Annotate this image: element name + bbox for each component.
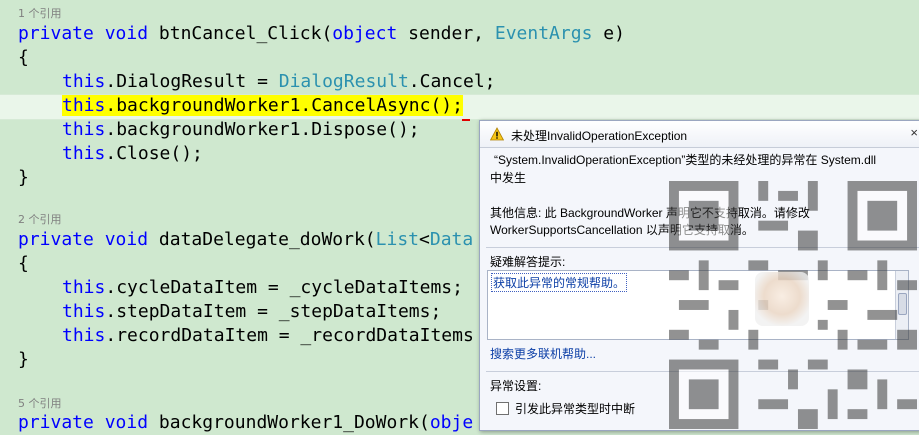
help-link[interactable]: 获取此异常的常规帮助。 [491, 273, 628, 292]
break-on-exception-option[interactable]: 引发此异常类型时中断 [496, 400, 635, 416]
code-line[interactable]: private void dataDelegate_doWork(List<Da… [18, 228, 473, 252]
code-text: .Close(); [105, 143, 203, 164]
code-text: .recordDataItem = _recordDataItems [105, 325, 474, 346]
keyword: obje [429, 412, 474, 433]
method-name: backgroundWorker1_DoWork( [158, 412, 430, 433]
code-line[interactable]: private void btnCancel_Click(object send… [18, 22, 625, 46]
code-line[interactable]: { [18, 46, 29, 70]
type-name: EventArgs [494, 23, 593, 44]
reference-count[interactable]: 1 个引用 [18, 7, 62, 21]
keyword: this [62, 301, 106, 322]
exception-title: 未处理InvalidOperationException [511, 129, 688, 143]
code-line[interactable]: this.Close(); [62, 142, 203, 166]
keyword: this [62, 71, 106, 92]
close-icon[interactable]: × [910, 125, 918, 140]
code-text: .Cancel; [408, 71, 496, 92]
code-line[interactable]: this.cycleDataItem = _cycleDataItems; [62, 276, 463, 300]
keyword: private [18, 23, 94, 44]
keyword: this [62, 119, 106, 140]
exception-settings-label: 异常设置: [490, 379, 542, 393]
code-text: .backgroundWorker1.CancelAsync(); [105, 95, 463, 116]
search-more-help-link[interactable]: 搜索更多联机帮助... [490, 345, 596, 362]
code-text: .backgroundWorker1.Dispose(); [105, 119, 420, 140]
message-line: “System.InvalidOperationException”类型的未经处… [494, 153, 877, 167]
exception-header: 未处理InvalidOperationException × [480, 121, 919, 148]
method-name: dataDelegate_doWork( [158, 229, 376, 250]
code-line[interactable]: { [18, 252, 29, 276]
code-line[interactable]: this.DialogResult = DialogResult.Cancel; [62, 70, 496, 94]
break-checkbox-label[interactable]: 引发此异常类型时中断 [515, 400, 635, 417]
code-text: < [419, 229, 430, 250]
type-name: DialogResult [278, 71, 409, 92]
code-text: .stepDataItem = _stepDataItems; [105, 301, 442, 322]
keyword: private [18, 229, 94, 250]
warning-icon [490, 127, 504, 141]
code-text: sender, [397, 23, 495, 44]
error-squiggle [462, 116, 470, 121]
code-line[interactable]: this.recordDataItem = _recordDataItems [62, 324, 474, 348]
keyword: this [62, 95, 106, 116]
code-line[interactable]: this.stepDataItem = _stepDataItems; [62, 300, 441, 324]
keyword: private [18, 412, 94, 433]
keyword: this [62, 325, 106, 346]
exception-highlight: this.backgroundWorker1.CancelAsync(); [62, 95, 463, 116]
type-name: Data [429, 229, 474, 250]
code-line[interactable]: } [18, 348, 29, 372]
dog-avatar-image [755, 272, 809, 326]
code-line[interactable]: } [18, 166, 29, 190]
reference-count[interactable]: 2 个引用 [18, 213, 62, 227]
code-text: .cycleDataItem = _cycleDataItems; [105, 277, 463, 298]
code-line[interactable]: private void backgroundWorker1_DoWork(ob… [18, 411, 473, 435]
break-checkbox[interactable] [496, 401, 509, 415]
method-name: btnCancel_Click( [158, 23, 333, 44]
troubleshooting-label: 疑难解答提示: [490, 255, 566, 269]
code-line[interactable]: this.backgroundWorker1.Dispose(); [62, 118, 420, 142]
keyword: this [62, 143, 106, 164]
code-line-current[interactable]: this.backgroundWorker1.CancelAsync(); [62, 94, 463, 118]
keyword: void [104, 229, 149, 250]
code-text: .DialogResult = [105, 71, 279, 92]
type-name: List [375, 229, 420, 250]
keyword: void [104, 23, 149, 44]
keyword: object [332, 23, 398, 44]
code-text: e) [592, 23, 625, 44]
reference-count[interactable]: 5 个引用 [18, 397, 62, 411]
keyword: this [62, 277, 106, 298]
keyword: void [104, 412, 149, 433]
